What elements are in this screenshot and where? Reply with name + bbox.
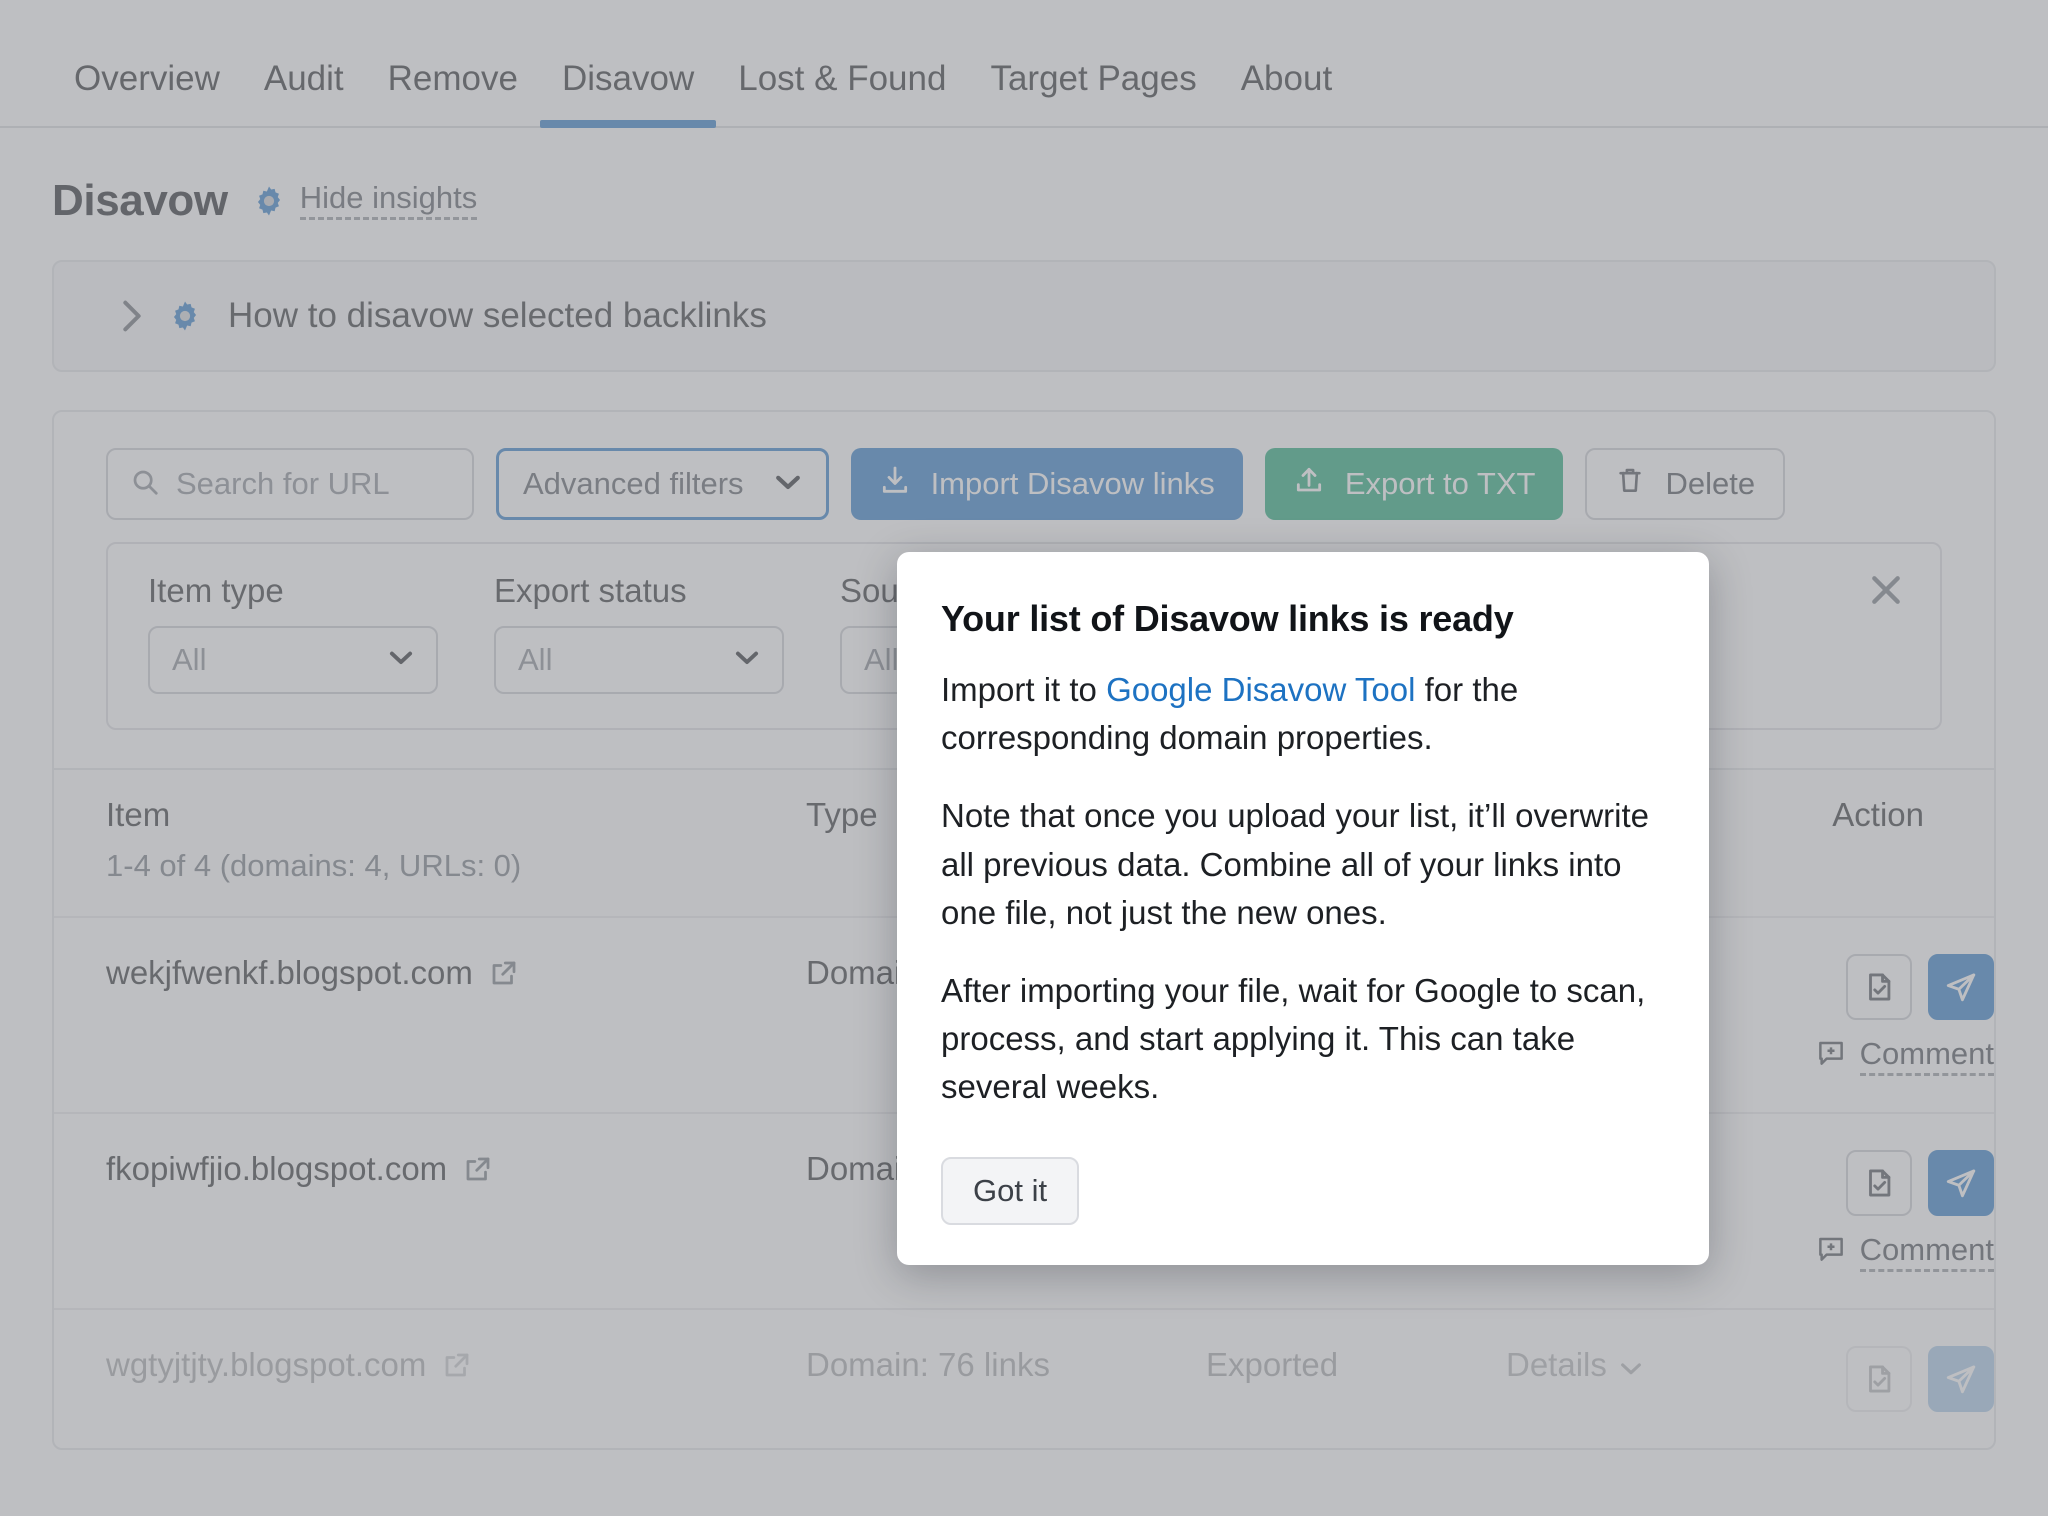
export-status-select[interactable]: All — [494, 626, 784, 694]
nav-tab-label: Lost & Found — [738, 59, 946, 98]
file-check-icon[interactable] — [1846, 1346, 1912, 1412]
import-button-label: Import Disavow links — [931, 466, 1215, 502]
page-title: Disavow — [52, 176, 228, 226]
details-toggle[interactable]: Details — [1506, 1346, 1643, 1384]
comment-plus-icon — [1816, 1038, 1846, 1076]
comment-plus-icon — [1816, 1234, 1846, 1272]
chevron-down-icon — [774, 473, 802, 496]
filter-item-type: Item type All — [148, 572, 438, 694]
cell-type: Domain: 76 links — [754, 1309, 1154, 1448]
cell-action: Comment — [1734, 917, 1994, 1113]
file-check-icon[interactable] — [1846, 1150, 1912, 1216]
nav-tab-label: Disavow — [562, 59, 694, 98]
select-value: All — [172, 642, 206, 678]
disavow-ready-popover: Your list of Disavow links is ready Impo… — [897, 552, 1709, 1265]
chevron-down-icon — [388, 649, 414, 671]
nav-tab-about[interactable]: About — [1219, 61, 1354, 126]
external-link-icon[interactable] — [489, 958, 519, 988]
row-count-text: 1-4 of 4 (domains: 4, URLs: 0) — [106, 848, 754, 884]
nav-tab-label: Remove — [388, 59, 518, 98]
nav-tab-overview[interactable]: Overview — [52, 61, 242, 126]
comment-label: Comment — [1860, 1038, 1994, 1076]
got-it-button[interactable]: Got it — [941, 1157, 1079, 1225]
search-placeholder: Search for URL — [176, 466, 390, 502]
column-label: Action — [1832, 796, 1924, 833]
chevron-right-icon — [122, 299, 142, 333]
hide-insights-toggle[interactable]: Hide insights — [252, 182, 477, 221]
cell-item: wgtyjtjty.blogspot.com — [54, 1309, 754, 1448]
close-icon[interactable] — [1866, 570, 1906, 610]
export-button-label: Export to TXT — [1345, 466, 1536, 502]
cell-action — [1734, 1309, 1994, 1448]
column-label: Item — [106, 796, 170, 833]
chevron-down-icon — [734, 649, 760, 671]
column-header-action: Action — [1734, 769, 1994, 917]
search-input[interactable]: Search for URL — [106, 448, 474, 520]
insights-title: How to disavow selected backlinks — [228, 296, 767, 336]
select-value: All — [864, 642, 898, 678]
trash-icon — [1615, 465, 1645, 503]
advanced-filters-button[interactable]: Advanced filters — [496, 448, 829, 520]
add-comment-link[interactable]: Comment — [1816, 1038, 1994, 1076]
delete-button[interactable]: Delete — [1585, 448, 1785, 520]
hide-insights-label: Hide insights — [300, 182, 477, 221]
item-domain[interactable]: fkopiwfjio.blogspot.com — [106, 1150, 447, 1188]
gear-icon — [252, 184, 286, 218]
filter-label: Export status — [494, 572, 784, 610]
cell-item: wekjfwenkf.blogspot.com — [54, 917, 754, 1113]
select-value: All — [518, 642, 552, 678]
search-icon — [130, 467, 160, 502]
main-navigation: Overview Audit Remove Disavow Lost & Fou… — [0, 0, 2048, 128]
advanced-filters-label: Advanced filters — [523, 466, 744, 502]
send-icon[interactable] — [1928, 954, 1994, 1020]
nav-tab-label: Overview — [74, 59, 220, 98]
popover-paragraph-2: Note that once you upload your list, it’… — [941, 792, 1665, 937]
gear-icon — [168, 299, 202, 333]
google-disavow-tool-link[interactable]: Google Disavow Tool — [1106, 671, 1415, 708]
details-label: Details — [1506, 1346, 1607, 1384]
nav-tab-label: Audit — [264, 59, 344, 98]
column-header-item: Item 1-4 of 4 (domains: 4, URLs: 0) — [54, 769, 754, 917]
nav-tab-lost-and-found[interactable]: Lost & Found — [716, 61, 968, 126]
external-link-icon[interactable] — [442, 1350, 472, 1380]
nav-tab-audit[interactable]: Audit — [242, 61, 366, 126]
nav-tab-remove[interactable]: Remove — [366, 61, 540, 126]
page-header: Disavow Hide insights — [0, 128, 2048, 226]
add-comment-link[interactable]: Comment — [1816, 1234, 1994, 1272]
nav-tab-label: About — [1241, 59, 1332, 98]
popover-title: Your list of Disavow links is ready — [941, 598, 1665, 640]
nav-tab-label: Target Pages — [990, 59, 1196, 98]
insights-accordion[interactable]: How to disavow selected backlinks — [52, 260, 1996, 372]
filter-label: Item type — [148, 572, 438, 610]
send-icon[interactable] — [1928, 1346, 1994, 1412]
upload-icon — [1293, 464, 1325, 504]
item-domain[interactable]: wekjfwenkf.blogspot.com — [106, 954, 473, 992]
import-disavow-links-button[interactable]: Import Disavow links — [851, 448, 1243, 520]
cell-details: Details — [1454, 1309, 1734, 1448]
item-type-select[interactable]: All — [148, 626, 438, 694]
cell-item: fkopiwfjio.blogspot.com — [54, 1113, 754, 1309]
file-check-icon[interactable] — [1846, 954, 1912, 1020]
nav-tab-disavow[interactable]: Disavow — [540, 61, 716, 126]
send-icon[interactable] — [1928, 1150, 1994, 1216]
table-row[interactable]: wgtyjtjty.blogspot.com Domain: 76 links … — [54, 1309, 1994, 1448]
popover-paragraph-3: After importing your file, wait for Goog… — [941, 967, 1665, 1112]
column-label: Type — [806, 796, 878, 833]
cell-action: Comment — [1734, 1113, 1994, 1309]
cell-status: Exported — [1154, 1309, 1454, 1448]
filter-export-status: Export status All — [494, 572, 784, 694]
chevron-down-icon — [1619, 1346, 1643, 1384]
popover-paragraph-1: Import it to Google Disavow Tool for the… — [941, 666, 1665, 762]
item-domain[interactable]: wgtyjtjty.blogspot.com — [106, 1346, 426, 1384]
comment-label: Comment — [1860, 1234, 1994, 1272]
delete-button-label: Delete — [1665, 466, 1755, 502]
toolbar: Search for URL Advanced filters Import D… — [54, 412, 1994, 520]
external-link-icon[interactable] — [463, 1154, 493, 1184]
nav-tab-target-pages[interactable]: Target Pages — [968, 61, 1218, 126]
app-root: Overview Audit Remove Disavow Lost & Fou… — [0, 0, 2048, 1516]
popover-p1-before: Import it to — [941, 671, 1106, 708]
download-icon — [879, 464, 911, 504]
export-to-txt-button[interactable]: Export to TXT — [1265, 448, 1564, 520]
